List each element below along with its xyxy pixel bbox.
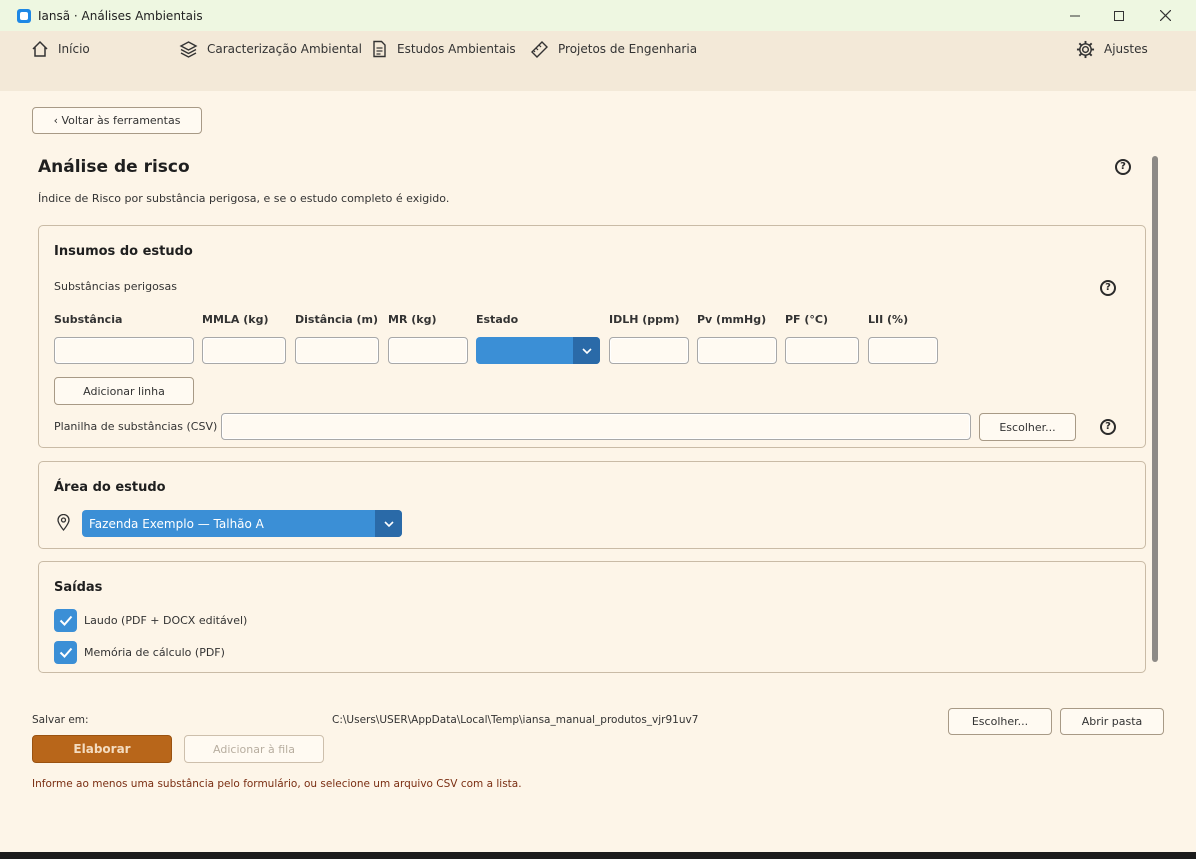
nav-studies[interactable]: Estudos Ambientais: [371, 39, 516, 59]
study-area-card: Área do estudo Fazenda Exemplo — Talhão …: [38, 461, 1146, 549]
column-header: IDLH (ppm): [609, 313, 680, 326]
layers-icon: [179, 41, 198, 58]
minimize-button[interactable]: [1052, 0, 1098, 31]
close-icon: [1159, 10, 1171, 21]
csv-choose-button[interactable]: Escolher...: [979, 413, 1076, 441]
save-choose-button[interactable]: Escolher...: [948, 708, 1052, 735]
pv-input[interactable]: [697, 337, 777, 364]
column-header: PF (°C): [785, 313, 829, 326]
report-checkbox-label: Laudo (PDF + DOCX editável): [84, 614, 248, 627]
column-header: LII (%): [868, 313, 909, 326]
nav-home[interactable]: Início: [31, 39, 90, 59]
inputs-card-title: Insumos do estudo: [54, 244, 193, 259]
outputs-title: Saídas: [54, 580, 103, 595]
close-button[interactable]: [1142, 0, 1188, 31]
page-subtitle: Índice de Risco por substância perigosa,…: [38, 192, 450, 205]
outputs-card: Saídas Laudo (PDF + DOCX editável) Memór…: [38, 561, 1146, 673]
chevron-down-icon: [573, 337, 600, 364]
nav-engineering[interactable]: Projetos de Engenharia: [530, 39, 697, 59]
study-area-select[interactable]: Fazenda Exemplo — Talhão A: [82, 510, 402, 537]
mmla-input[interactable]: [202, 337, 286, 364]
location-pin-icon: [57, 514, 70, 531]
window-title: Iansã · Análises Ambientais: [38, 8, 203, 23]
chevron-down-icon: [375, 510, 402, 537]
main-content: ‹ Voltar às ferramentas Análise de risco…: [8, 91, 1188, 852]
substance-input[interactable]: [54, 337, 194, 364]
inputs-card: Insumos do estudo Substâncias perigosas …: [38, 225, 1146, 448]
checkmark-icon: [59, 615, 72, 626]
column-header: Substância: [54, 313, 123, 326]
column-header: Estado: [476, 313, 519, 326]
nav-engineering-label: Projetos de Engenharia: [558, 42, 698, 56]
column-header: Distância (m): [295, 313, 379, 326]
substances-label: Substâncias perigosas: [54, 280, 178, 293]
nav-environmental[interactable]: Caracterização Ambiental: [179, 39, 362, 59]
add-to-queue-button[interactable]: Adicionar à fila: [184, 735, 324, 763]
vertical-scrollbar[interactable]: [1152, 156, 1158, 662]
home-icon: [32, 40, 48, 57]
distance-input[interactable]: [295, 337, 379, 364]
csv-label: Planilha de substâncias (CSV): [54, 420, 218, 433]
document-icon: [373, 40, 386, 58]
nav-settings[interactable]: Ajustes: [1076, 39, 1148, 59]
csv-help-icon[interactable]: ?: [1100, 419, 1116, 435]
nav-environmental-label: Caracterização Ambiental: [207, 42, 362, 56]
study-area-title: Área do estudo: [54, 480, 166, 495]
ruler-icon: [531, 41, 548, 58]
add-row-button[interactable]: Adicionar linha: [54, 377, 194, 405]
csv-path-input[interactable]: [221, 413, 971, 440]
save-location-label: Salvar em:: [32, 714, 89, 726]
maximize-button[interactable]: [1096, 0, 1142, 31]
open-folder-button[interactable]: Abrir pasta: [1060, 708, 1164, 735]
lii-input[interactable]: [868, 337, 938, 364]
mr-input[interactable]: [388, 337, 468, 364]
nav-studies-label: Estudos Ambientais: [397, 42, 516, 56]
column-header: Pv (mmHg): [697, 313, 767, 326]
title-bar: Iansã · Análises Ambientais: [0, 0, 1196, 31]
idlh-input[interactable]: [609, 337, 689, 364]
report-checkbox[interactable]: [54, 609, 77, 632]
state-select[interactable]: [476, 337, 600, 364]
nav-home-label: Início: [58, 42, 90, 56]
pf-input[interactable]: [785, 337, 859, 364]
calculation-memory-checkbox[interactable]: [54, 641, 77, 664]
page-help-icon[interactable]: ?: [1115, 159, 1131, 175]
app-logo-icon: [17, 8, 31, 23]
minimize-icon: [1070, 15, 1080, 16]
app-window: Iansã · Análises Ambientais Início Carac…: [0, 0, 1196, 852]
column-header: MR (kg): [388, 313, 437, 326]
validation-warning: Informe ao menos uma substância pelo for…: [32, 778, 522, 790]
calculation-memory-label: Memória de cálculo (PDF): [84, 646, 225, 659]
nav-settings-label: Ajustes: [1104, 42, 1148, 56]
page-title: Análise de risco: [38, 157, 190, 177]
study-area-selected-value: Fazenda Exemplo — Talhão A: [89, 516, 264, 531]
gear-icon: [1076, 40, 1095, 58]
save-location-path: C:\Users\USER\AppData\Local\Temp\iansa_m…: [332, 714, 699, 726]
checkmark-icon: [59, 647, 72, 658]
elaborate-button[interactable]: Elaborar: [32, 735, 172, 763]
top-navigation: Início Caracterização Ambiental Estudos …: [0, 31, 1196, 91]
back-to-tools-button[interactable]: ‹ Voltar às ferramentas: [32, 107, 202, 134]
maximize-icon: [1114, 10, 1124, 21]
substances-help-icon[interactable]: ?: [1100, 280, 1116, 296]
column-header: MMLA (kg): [202, 313, 269, 326]
